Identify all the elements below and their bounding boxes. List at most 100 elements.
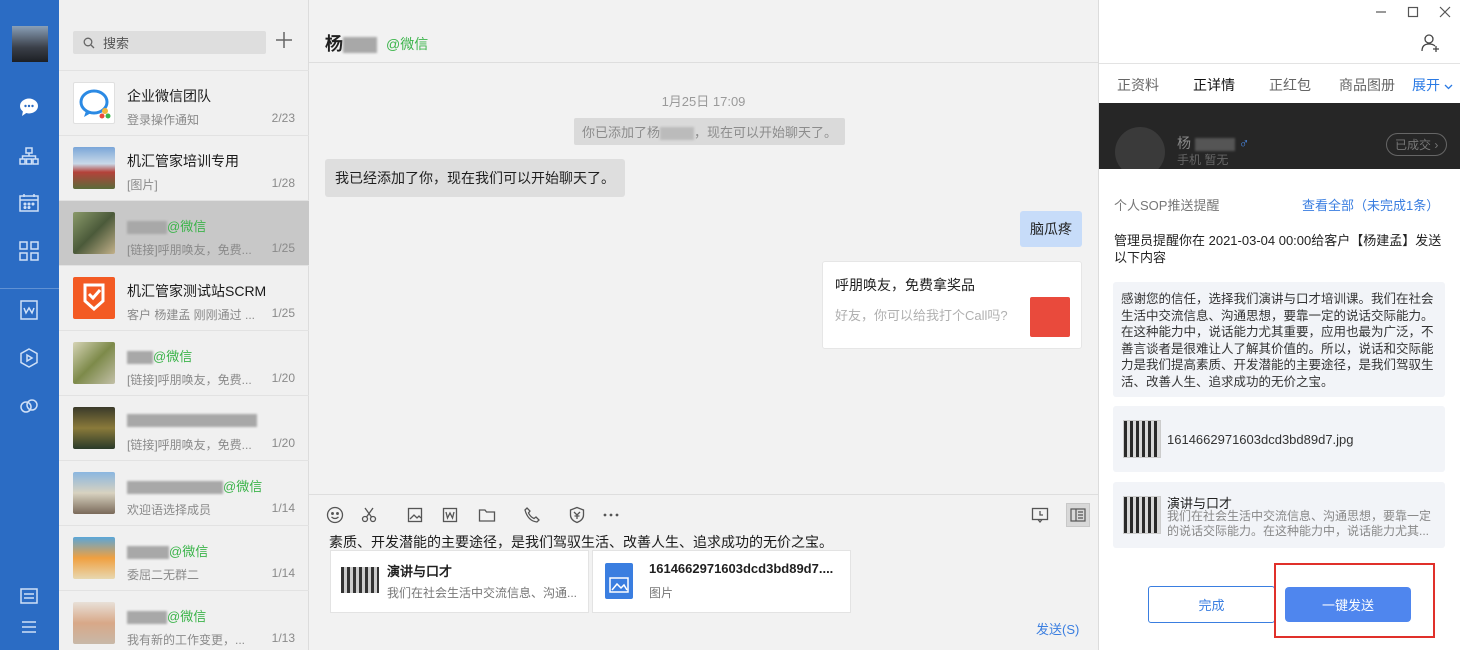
link-card-message[interactable]: 呼朋唤友，免费拿奖品 好友，你可以给我打个Call吗? (822, 261, 1082, 349)
view-all-link[interactable]: 查看全部（未完成1条） (1302, 195, 1439, 214)
wechat-tag: @微信 (167, 609, 207, 624)
sop-link-item[interactable]: 演讲与口才 我们在社会生活中交流信息、沟通思想，要靠一定的说话交际能力。在这种能… (1113, 482, 1445, 548)
customer-panel: 正资料 正详情 正红包 商品图册 展开 杨 ♂ 手机 暂无 已成交 › 个人SO… (1098, 0, 1460, 650)
male-icon: ♂ (1238, 135, 1250, 151)
wechat-tag: @微信 (153, 349, 193, 364)
conversation-date: 1/25 (271, 306, 295, 320)
conversation-list: 搜索 企业微信团队 登录操作通知 2/23 机汇管家培训专用 [图片] 1/28… (59, 0, 309, 650)
conversation-date: 1/25 (271, 241, 295, 255)
sidebar-toggle-icon[interactable] (1066, 503, 1090, 527)
settings-list-icon[interactable] (16, 583, 42, 609)
sop-title: 个人SOP推送提醒 (1114, 198, 1220, 213)
conversation-date: 1/28 (271, 176, 295, 190)
conversation-name: 机汇管家培训专用 (127, 153, 239, 169)
plus-icon (276, 32, 292, 48)
conversation-item[interactable]: @微信 欢迎语选择成员 1/14 (59, 460, 309, 525)
attachment-desc: 我们在社会生活中交流信息、沟通... (387, 586, 578, 600)
conversation-item[interactable]: 机汇管家测试站SCRM 客户 杨建孟 刚刚通过 ... 1/25 (59, 265, 309, 330)
link-card-desc: 好友，你可以给我打个Call吗? (835, 308, 1008, 323)
conversation-item[interactable]: @微信 [链接]呼朋唤友，免费... 1/20 (59, 330, 309, 395)
attachment-image-file[interactable]: 1614662971603dcd3bd89d7.... 图片 (592, 550, 851, 613)
doc-icon[interactable] (16, 297, 42, 323)
add-member-icon[interactable] (1421, 33, 1441, 56)
search-placeholder: 搜索 (103, 36, 130, 51)
chat-wechat-tag: @微信 (386, 36, 429, 52)
message-history-icon[interactable] (1030, 505, 1050, 525)
contact-avatar (73, 407, 115, 449)
conversation-name: @微信 (127, 346, 192, 365)
more-icon[interactable] (601, 505, 621, 525)
system-message-suffix: ，现在可以开始聊天了。 (694, 125, 838, 140)
scrm-avatar (73, 277, 115, 319)
meeting-icon[interactable] (16, 393, 42, 419)
customer-profile-header: 杨 ♂ 手机 暂无 已成交 › (1099, 103, 1460, 169)
calendar-icon[interactable] (16, 190, 42, 216)
emoji-icon[interactable] (325, 505, 345, 525)
image-thumbnail (1123, 420, 1161, 458)
chat-title-text: 杨 (325, 34, 343, 54)
conversation-preview: 我有新的工作变更，... (127, 633, 246, 647)
sop-image-item[interactable]: 1614662971603dcd3bd89d7.jpg (1113, 406, 1445, 472)
draft-text[interactable]: 素质、开发潜能的主要途径，是我们驾驭生活、改善人生、追求成功的无价之宝。 (329, 532, 833, 552)
search-input[interactable]: 搜索 (73, 31, 266, 54)
conversation-date: 1/20 (271, 436, 295, 450)
deal-status-button[interactable]: 已成交 › (1386, 133, 1448, 156)
message-bubble-received[interactable]: 我已经添加了你，现在我们可以开始聊天了。 (325, 159, 625, 197)
conversation-preview: [链接]呼朋唤友，免费... (127, 438, 252, 452)
wechat-tag: @微信 (167, 219, 207, 234)
wechat-tag: @微信 (169, 544, 209, 559)
contact-avatar (73, 212, 115, 254)
contact-avatar (73, 342, 115, 384)
phone-icon[interactable] (522, 505, 542, 525)
user-avatar[interactable] (12, 26, 48, 62)
image-file-icon (605, 563, 633, 602)
message-composer: 素质、开发潜能的主要途径，是我们驾驭生活、改善人生、追求成功的无价之宝。 演讲与… (309, 494, 1098, 650)
attachment-thumbnail (341, 567, 379, 593)
conversation-item-selected[interactable]: @微信 [链接]呼朋唤友，免费... 1/25 (59, 200, 309, 265)
conversation-date: 1/14 (271, 566, 295, 580)
conversation-item[interactable]: 企业微信团队 登录操作通知 2/23 (59, 70, 309, 135)
workbench-icon[interactable] (16, 238, 42, 264)
conversation-item[interactable]: [链接]呼朋唤友，免费... 1/20 (59, 395, 309, 460)
chat-icon[interactable] (16, 94, 42, 120)
send-button[interactable]: 发送(S) (1036, 619, 1079, 638)
minimize-icon[interactable] (1373, 4, 1389, 20)
word-doc-icon[interactable] (440, 505, 460, 525)
drive-icon[interactable] (16, 345, 42, 371)
message-timestamp: 1月25日 17:09 (661, 94, 746, 109)
conversation-name: @微信 (127, 216, 206, 235)
menu-icon[interactable] (16, 614, 42, 640)
message-bubble-sent[interactable]: 脑瓜疼 (1020, 211, 1082, 247)
tab-expand[interactable]: 展开 (1412, 75, 1453, 95)
conversation-name: @微信 (127, 606, 206, 625)
conversation-preview: [链接]呼朋唤友，免费... (127, 373, 252, 387)
tab-details[interactable]: 正详情 (1193, 75, 1235, 95)
conversation-item[interactable]: 机汇管家培训专用 [图片] 1/28 (59, 135, 309, 200)
conversation-item[interactable]: @微信 委屈二无群二 1/14 (59, 525, 309, 590)
maximize-icon[interactable] (1405, 4, 1421, 20)
shield-icon[interactable] (567, 505, 587, 525)
folder-icon[interactable] (477, 505, 497, 525)
tab-catalog[interactable]: 商品图册 (1339, 75, 1395, 95)
customer-name: 杨 ♂ (1177, 133, 1249, 153)
image-icon[interactable] (405, 505, 425, 525)
system-message: 你已添加了杨 ，现在可以开始聊天了。 (574, 118, 846, 145)
tab-expand-label: 展开 (1412, 77, 1440, 93)
tab-profile[interactable]: 正资料 (1117, 75, 1159, 95)
contacts-icon[interactable] (16, 143, 42, 169)
customer-tags: 手机 暂无 (1177, 153, 1229, 167)
conversation-name: 机汇管家测试站SCRM (127, 283, 267, 299)
conversation-date: 1/14 (271, 501, 295, 515)
nav-divider (0, 288, 59, 289)
link-card-title: 呼朋唤友，免费拿奖品 (835, 277, 975, 293)
attachment-link-card[interactable]: 演讲与口才 我们在社会生活中交流信息、沟通... (330, 550, 589, 613)
conversation-preview: 客户 杨建孟 刚刚通过 ... (127, 308, 256, 322)
attachment-desc: 图片 (649, 586, 674, 600)
screenshot-icon[interactable] (359, 505, 379, 525)
tab-redpacket[interactable]: 正红包 (1269, 75, 1311, 95)
close-icon[interactable] (1437, 4, 1453, 20)
conversation-item[interactable]: @微信 我有新的工作变更，... 1/13 (59, 590, 309, 650)
add-button[interactable] (274, 30, 296, 52)
one-click-send-button[interactable]: 一键发送 (1285, 587, 1411, 622)
done-button[interactable]: 完成 (1148, 586, 1275, 623)
